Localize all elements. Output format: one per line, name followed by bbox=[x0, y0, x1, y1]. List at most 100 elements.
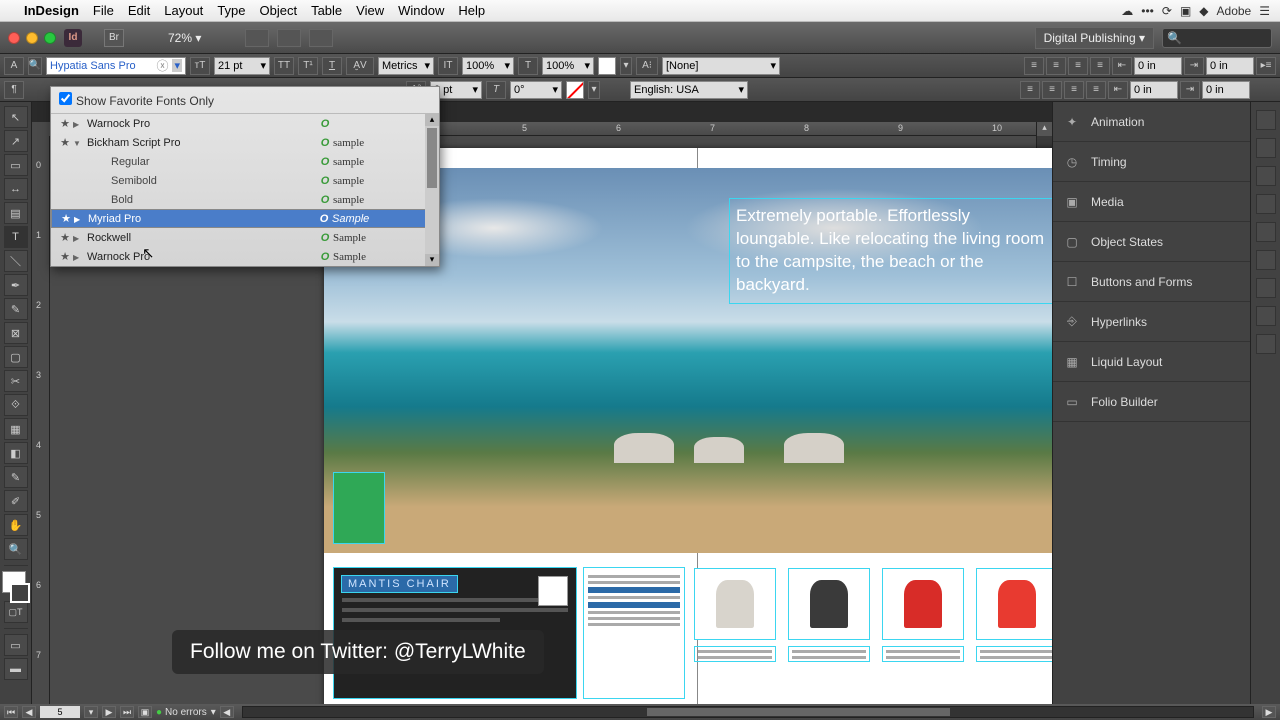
stroke-swatch[interactable] bbox=[566, 81, 584, 99]
paragraph-mode-icon[interactable]: ¶ bbox=[4, 81, 24, 99]
dock-icon-5[interactable] bbox=[1256, 222, 1276, 242]
panel-menu-icon[interactable]: ▸≡ bbox=[1256, 57, 1276, 75]
last-page-button[interactable]: ⏭ bbox=[120, 706, 134, 718]
justify-all-center-icon[interactable]: ≡ bbox=[1042, 81, 1062, 99]
allcaps-icon[interactable]: TT bbox=[274, 57, 294, 75]
stroke-color[interactable] bbox=[10, 583, 30, 603]
search-field[interactable]: 🔍 bbox=[1162, 28, 1272, 48]
scroll-left-button[interactable]: ◀ bbox=[220, 706, 234, 718]
next-page-button[interactable]: ▶ bbox=[102, 706, 116, 718]
justify-all-icon[interactable]: ≡ bbox=[1086, 81, 1106, 99]
preview-view-icon[interactable]: ▬ bbox=[4, 658, 28, 680]
justify-all-right-icon[interactable]: ≡ bbox=[1064, 81, 1084, 99]
panel-animation[interactable]: ✦Animation bbox=[1053, 102, 1250, 142]
justify-all-left-icon[interactable]: ≡ bbox=[1020, 81, 1040, 99]
placed-object[interactable] bbox=[334, 473, 384, 543]
align-left-icon[interactable]: ≡ bbox=[1024, 57, 1044, 75]
font-option-myriad-pro[interactable]: ★Myriad ProOSample bbox=[51, 209, 439, 228]
font-family-dropdown[interactable]: Show Favorite Fonts Only ★Warnock ProO★B… bbox=[50, 86, 440, 267]
dock-icon-2[interactable] bbox=[1256, 138, 1276, 158]
kerning-field[interactable]: Metrics▾ bbox=[378, 57, 434, 75]
eyedropper-tool[interactable]: ✐ bbox=[4, 490, 28, 512]
screen-mode-icon[interactable] bbox=[277, 29, 301, 47]
scroll-right-button[interactable]: ▶ bbox=[1262, 706, 1276, 718]
menu-object[interactable]: Object bbox=[260, 3, 298, 18]
arrange-icon[interactable] bbox=[309, 29, 333, 47]
direct-selection-tool[interactable]: ↗ bbox=[4, 130, 28, 152]
vertical-scale-field[interactable]: 100%▾ bbox=[462, 57, 514, 75]
status-sync-icon[interactable]: ⟳ bbox=[1162, 4, 1172, 18]
type-tool[interactable]: T bbox=[4, 226, 28, 248]
open-doc-icon[interactable]: ▣ bbox=[138, 706, 152, 718]
font-dropdown-scrollbar[interactable]: ▴▾ bbox=[425, 114, 439, 266]
language-field[interactable]: English: USA▾ bbox=[630, 81, 748, 99]
note-tool[interactable]: ✎ bbox=[4, 466, 28, 488]
hand-tool[interactable]: ✋ bbox=[4, 514, 28, 536]
page-tool[interactable]: ▭ bbox=[4, 154, 28, 176]
dock-icon-1[interactable] bbox=[1256, 110, 1276, 130]
rectangle-tool[interactable]: ▢ bbox=[4, 346, 28, 368]
rectangle-frame-tool[interactable]: ⊠ bbox=[4, 322, 28, 344]
justify-icon[interactable]: ≡ bbox=[1090, 57, 1110, 75]
panel-buttons-and-forms[interactable]: ☐Buttons and Forms bbox=[1053, 262, 1250, 302]
horizontal-scrollbar[interactable] bbox=[242, 706, 1254, 718]
panel-timing[interactable]: ◷Timing bbox=[1053, 142, 1250, 182]
gradient-feather-tool[interactable]: ◧ bbox=[4, 442, 28, 464]
font-option-rockwell[interactable]: ★RockwellOSample bbox=[51, 228, 439, 247]
menu-window[interactable]: Window bbox=[398, 3, 444, 18]
indent-left-field[interactable]: 0 in bbox=[1134, 57, 1182, 75]
panel-object-states[interactable]: ▢Object States bbox=[1053, 222, 1250, 262]
superscript-icon[interactable]: T¹ bbox=[298, 57, 318, 75]
page-number-field[interactable]: 5 bbox=[40, 706, 80, 718]
status-dots-icon[interactable]: ••• bbox=[1141, 4, 1154, 18]
panel-liquid-layout[interactable]: ▦Liquid Layout bbox=[1053, 342, 1250, 382]
status-notification-icon[interactable]: ▣ bbox=[1180, 4, 1191, 18]
clear-font-icon[interactable]: ⓧ bbox=[154, 57, 170, 74]
gradient-swatch-tool[interactable]: ▦ bbox=[4, 418, 28, 440]
pencil-tool[interactable]: ✎ bbox=[4, 298, 28, 320]
free-transform-tool[interactable]: ⟐ bbox=[4, 394, 28, 416]
hero-text-frame[interactable]: Extremely portable. Effortlessly loungab… bbox=[729, 198, 1052, 304]
gap-tool[interactable]: ↔ bbox=[4, 178, 28, 200]
dock-icon-7[interactable] bbox=[1256, 278, 1276, 298]
page-menu-button[interactable]: ▾ bbox=[84, 706, 98, 718]
product-thumb-1[interactable] bbox=[694, 568, 776, 698]
panel-media[interactable]: ▣Media bbox=[1053, 182, 1250, 222]
status-adobe-logo[interactable]: ◆ bbox=[1199, 4, 1208, 18]
product-thumb-4[interactable] bbox=[976, 568, 1052, 698]
status-list-icon[interactable]: ☰ bbox=[1259, 4, 1270, 18]
dock-icon-6[interactable] bbox=[1256, 250, 1276, 270]
panel-folio-builder[interactable]: ▭Folio Builder bbox=[1053, 382, 1250, 422]
apply-color-icon[interactable]: ▢T bbox=[4, 601, 28, 623]
menu-help[interactable]: Help bbox=[458, 3, 485, 18]
menu-view[interactable]: View bbox=[356, 3, 384, 18]
selection-tool[interactable]: ↖ bbox=[4, 106, 28, 128]
dock-icon-3[interactable] bbox=[1256, 166, 1276, 186]
preflight-menu-icon[interactable]: ▾ bbox=[211, 707, 216, 718]
paragraph-style-field[interactable]: [None]▾ bbox=[662, 57, 780, 75]
bridge-button[interactable]: Br bbox=[104, 29, 124, 47]
spec-block[interactable] bbox=[584, 568, 684, 698]
dock-icon-4[interactable] bbox=[1256, 194, 1276, 214]
ruler-vertical[interactable]: 0 1 2 3 4 5 6 7 bbox=[32, 136, 50, 704]
status-adobe-label[interactable]: Adobe bbox=[1217, 4, 1252, 18]
dock-icon-8[interactable] bbox=[1256, 306, 1276, 326]
font-option-warnock-pro[interactable]: ★Warnock ProO bbox=[51, 114, 439, 133]
zoom-level[interactable]: 72% ▾ bbox=[160, 31, 209, 45]
product-label[interactable]: MANTIS CHAIR bbox=[342, 576, 457, 592]
font-option-bickham-script-pro[interactable]: ★Bickham Script ProOsample bbox=[51, 133, 439, 152]
fill-dropdown-icon[interactable]: ▾ bbox=[620, 57, 632, 75]
align-center-icon[interactable]: ≡ bbox=[1046, 57, 1066, 75]
font-option-semibold[interactable]: SemiboldOsample bbox=[51, 171, 439, 190]
zoom-tool[interactable]: 🔍 bbox=[4, 538, 28, 560]
character-mode-icon[interactable]: A bbox=[4, 57, 24, 75]
status-cloud-icon[interactable]: ☁ bbox=[1121, 4, 1133, 18]
panel-hyperlinks[interactable]: ⎆Hyperlinks bbox=[1053, 302, 1250, 342]
prev-page-button[interactable]: ◀ bbox=[22, 706, 36, 718]
dock-icon-9[interactable] bbox=[1256, 334, 1276, 354]
workspace-switcher[interactable]: Digital Publishing ▾ bbox=[1035, 27, 1154, 49]
scissors-tool[interactable]: ✂ bbox=[4, 370, 28, 392]
font-option-regular[interactable]: RegularOsample bbox=[51, 152, 439, 171]
align-right-icon[interactable]: ≡ bbox=[1068, 57, 1088, 75]
preflight-status[interactable]: No errors bbox=[156, 707, 207, 718]
